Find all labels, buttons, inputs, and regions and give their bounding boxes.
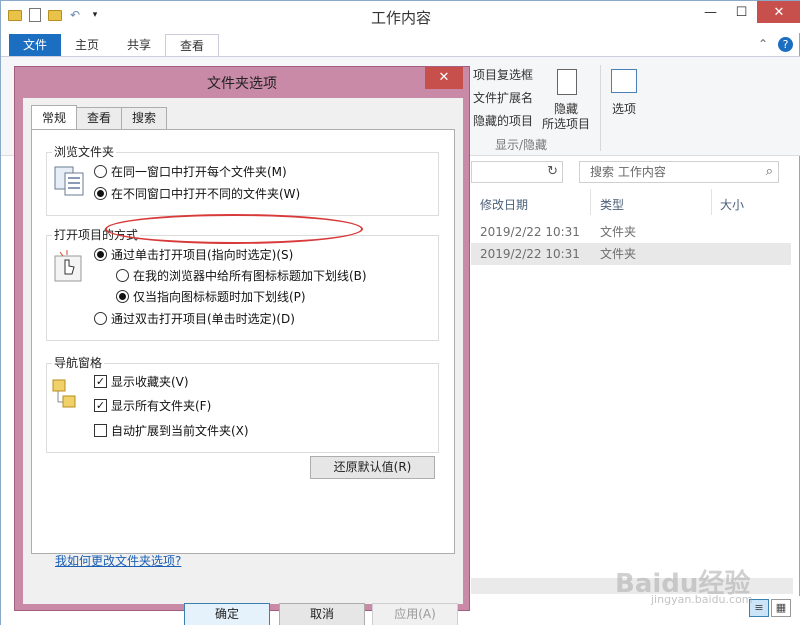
- tab-view[interactable]: 查看: [165, 34, 220, 56]
- column-header-type[interactable]: 类型: [600, 196, 624, 213]
- watermark-url: jingyan.baidu.com: [651, 593, 753, 606]
- dialog-tabs: 常规 查看 搜索: [31, 105, 168, 129]
- browse-folders-group: [46, 152, 439, 216]
- hide-label-2[interactable]: 所选项目: [542, 115, 590, 132]
- tab-view[interactable]: 查看: [76, 107, 123, 129]
- auto-expand-checkbox[interactable]: [94, 424, 107, 437]
- ok-button[interactable]: 确定: [184, 603, 270, 625]
- dialog-close-button[interactable]: ✕: [425, 67, 463, 89]
- underline-all-option[interactable]: 在我的浏览器中给所有图标标题加下划线(B): [116, 267, 367, 284]
- general-tab-panel: 浏览文件夹 在同一窗口中打开每个文件夹(M) 在不同窗口中打开不同的文件夹(W)…: [31, 129, 455, 554]
- window-title: 工作内容: [370, 9, 431, 27]
- column-separator: [590, 189, 591, 215]
- new-window-label: 在不同窗口中打开不同的文件夹(W): [111, 187, 301, 201]
- underline-hover-radio[interactable]: [116, 290, 129, 303]
- show-favorites-checkbox[interactable]: ✓: [94, 375, 107, 388]
- row-type: 文件夹: [600, 247, 637, 261]
- folder-options-dialog: 文件夹选项 ✕ 常规 查看 搜索 浏览文件夹 在同一窗口中打开每个文件夹(M): [14, 66, 470, 625]
- show-all-folders-option[interactable]: ✓ 显示所有文件夹(F): [94, 397, 211, 414]
- double-click-label: 通过双击打开项目(单击时选定)(D): [111, 312, 295, 326]
- options-icon: [611, 69, 637, 93]
- title-bar: ↶ ▾ 工作内容 — ☐ ✕: [1, 1, 800, 33]
- browse-folders-icon: [54, 166, 84, 196]
- row-date: 2019/2/22 10:31: [480, 247, 580, 261]
- show-favorites-label: 显示收藏夹(V): [111, 375, 189, 389]
- new-window-radio[interactable]: [94, 187, 107, 200]
- column-separator: [711, 189, 712, 215]
- tab-home[interactable]: 主页: [61, 34, 113, 56]
- minimize-button[interactable]: —: [695, 1, 726, 23]
- underline-hover-label: 仅当指向图标标题时加下划线(P): [133, 290, 306, 304]
- same-window-radio[interactable]: [94, 165, 107, 178]
- help-link[interactable]: 我如何更改文件夹选项?: [55, 552, 181, 569]
- close-button[interactable]: ✕: [757, 1, 800, 23]
- item-checkboxes-option[interactable]: 项目复选框: [473, 66, 533, 83]
- column-header-date[interactable]: 修改日期: [480, 196, 528, 213]
- table-row[interactable]: 2019/2/22 10:31 文件夹: [471, 221, 791, 243]
- single-click-radio[interactable]: [94, 248, 107, 261]
- underline-hover-option[interactable]: 仅当指向图标标题时加下划线(P): [116, 288, 306, 305]
- same-window-label: 在同一窗口中打开每个文件夹(M): [111, 165, 287, 179]
- show-hide-group-label: 显示/隐藏: [495, 138, 548, 152]
- row-date: 2019/2/22 10:31: [480, 225, 580, 239]
- show-all-folders-checkbox[interactable]: ✓: [94, 399, 107, 412]
- double-click-option[interactable]: 通过双击打开项目(单击时选定)(D): [94, 310, 295, 327]
- dialog-body: 常规 查看 搜索 浏览文件夹 在同一窗口中打开每个文件夹(M) 在不同窗口中打开…: [23, 98, 463, 625]
- restore-defaults-button[interactable]: 还原默认值(R): [310, 456, 435, 479]
- ribbon-separator: [600, 65, 601, 151]
- auto-expand-option[interactable]: 自动扩展到当前文件夹(X): [94, 422, 249, 439]
- underline-all-label: 在我的浏览器中给所有图标标题加下划线(B): [133, 269, 367, 283]
- table-row[interactable]: 2019/2/22 10:31 文件夹: [471, 243, 791, 265]
- show-favorites-option[interactable]: ✓ 显示收藏夹(V): [94, 373, 189, 390]
- show-all-folders-label: 显示所有文件夹(F): [111, 399, 212, 413]
- hide-selected-icon: [557, 69, 577, 95]
- same-window-option[interactable]: 在同一窗口中打开每个文件夹(M): [94, 163, 287, 180]
- file-extensions-option[interactable]: 文件扩展名: [473, 89, 533, 106]
- help-icon[interactable]: ?: [778, 37, 793, 52]
- dialog-title: 文件夹选项: [207, 76, 277, 92]
- tab-share[interactable]: 共享: [113, 34, 165, 56]
- auto-expand-label: 自动扩展到当前文件夹(X): [111, 424, 249, 438]
- navigation-pane-label: 导航窗格: [52, 354, 105, 371]
- tab-general[interactable]: 常规: [31, 105, 78, 129]
- tab-file[interactable]: 文件: [9, 34, 62, 56]
- new-window-option[interactable]: 在不同窗口中打开不同的文件夹(W): [94, 185, 300, 202]
- single-click-label: 通过单击打开项目(指向时选定)(S): [111, 248, 294, 262]
- single-click-option[interactable]: 通过单击打开项目(指向时选定)(S): [94, 246, 293, 263]
- maximize-button[interactable]: ☐: [726, 1, 757, 23]
- tab-search[interactable]: 搜索: [121, 107, 168, 129]
- column-header-size[interactable]: 大小: [720, 196, 744, 213]
- options-button[interactable]: 选项: [612, 100, 636, 117]
- apply-button[interactable]: 应用(A): [372, 603, 458, 625]
- row-type: 文件夹: [600, 225, 637, 239]
- ribbon-expand-icon[interactable]: ⌃: [758, 37, 768, 52]
- pointer-hand-icon: [54, 250, 82, 282]
- cancel-button[interactable]: 取消: [279, 603, 365, 625]
- browse-folders-label: 浏览文件夹: [52, 143, 117, 160]
- double-click-radio[interactable]: [94, 312, 107, 325]
- highlight-annotation: [105, 214, 363, 244]
- large-icons-view-icon[interactable]: ▦: [771, 599, 791, 617]
- refresh-icon[interactable]: ↻: [547, 164, 558, 179]
- search-placeholder: 搜索 工作内容: [590, 165, 666, 179]
- navigation-folders-icon: [52, 379, 76, 408]
- underline-all-radio[interactable]: [116, 269, 129, 282]
- search-input[interactable]: 搜索 工作内容 ⌕: [579, 161, 779, 183]
- hidden-items-option[interactable]: 隐藏的项目: [473, 112, 533, 129]
- search-icon[interactable]: ⌕: [766, 162, 773, 182]
- ribbon-tabs: 文件 主页 共享 查看: [9, 34, 220, 56]
- address-bar[interactable]: ↻: [471, 161, 563, 183]
- ribbon-right-controls: ⌃ ?: [758, 37, 793, 52]
